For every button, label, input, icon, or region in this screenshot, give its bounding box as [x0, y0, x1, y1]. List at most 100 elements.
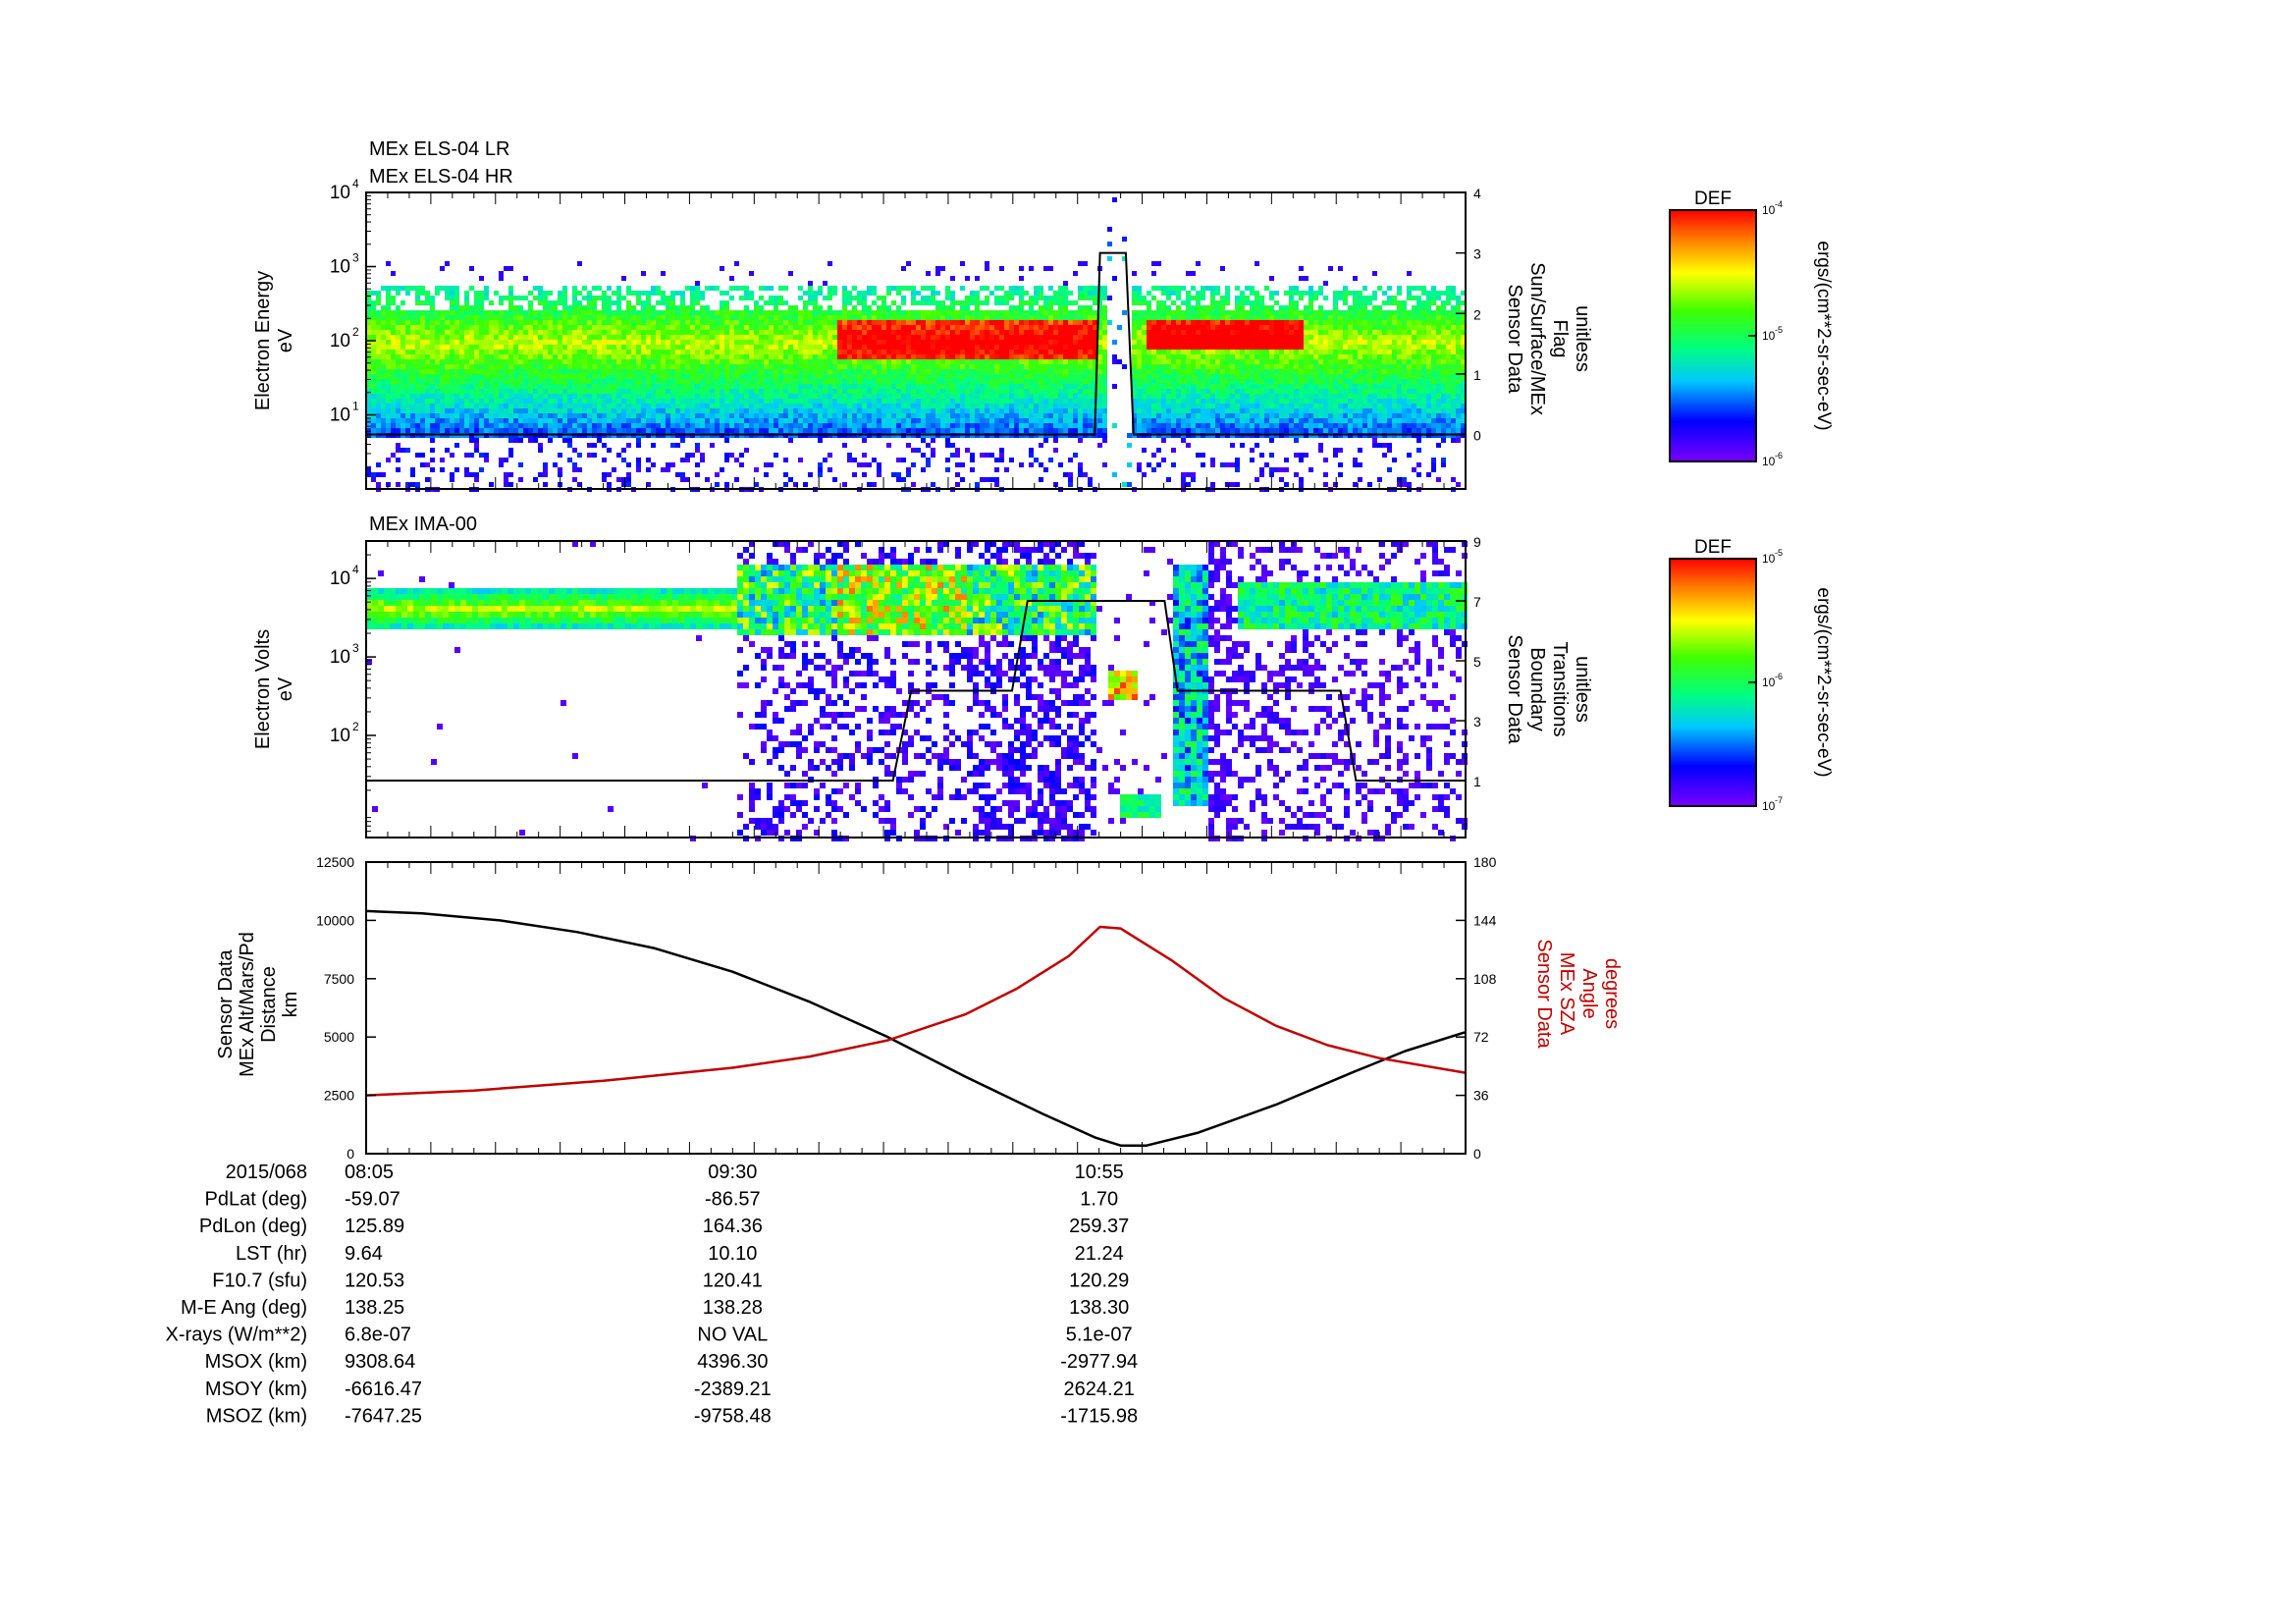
els-cell [548, 369, 553, 374]
els-cell [553, 359, 558, 364]
els-cell [724, 413, 729, 418]
els-cell [1156, 350, 1161, 354]
els-cell [641, 379, 646, 384]
els-cell [489, 418, 494, 423]
els-cell [376, 472, 381, 477]
els-cell [960, 418, 965, 423]
els-cell [636, 408, 641, 413]
els-cell [612, 330, 616, 335]
els-cell [886, 335, 891, 340]
els-cell [562, 335, 567, 340]
els-cell [602, 458, 607, 462]
els-cell [832, 384, 837, 389]
els-cell [489, 320, 494, 325]
els-cell [371, 310, 376, 315]
els-cell [1039, 310, 1043, 315]
els-cell [528, 374, 533, 379]
els-cell [724, 438, 729, 443]
els-cell [729, 389, 734, 394]
els-cell [960, 394, 965, 399]
els-cell [1161, 458, 1166, 462]
els-cell [1161, 394, 1166, 399]
els-cell [1058, 291, 1063, 296]
els-cell [562, 359, 567, 364]
els-cell [612, 364, 616, 369]
els-cell [724, 300, 729, 305]
els-cell [469, 340, 474, 345]
els-cell [489, 394, 494, 399]
els-cell [759, 369, 764, 374]
els-cell [499, 335, 504, 340]
els-cell [670, 354, 675, 359]
els-cell [450, 389, 454, 394]
els-cell [734, 286, 739, 291]
els-cell [454, 418, 459, 423]
els-cell [847, 300, 852, 305]
els-cell [926, 364, 931, 369]
els-cell [837, 359, 842, 364]
els-cell [430, 315, 435, 320]
els-cell [661, 379, 666, 384]
els-cell [656, 384, 661, 389]
els-cell [926, 354, 931, 359]
els-cell [774, 404, 778, 408]
els-cell [415, 320, 420, 325]
els-cell [823, 428, 828, 433]
els-cell [774, 330, 778, 335]
els-cell [759, 305, 764, 310]
els-cell [975, 305, 980, 310]
els-cell [705, 379, 710, 384]
els-cell [548, 291, 553, 296]
els-cell [734, 335, 739, 340]
els-cell [1097, 354, 1102, 359]
els-cell [464, 364, 469, 369]
els-cell [533, 345, 538, 350]
els-cell [577, 359, 582, 364]
els-cell [754, 384, 759, 389]
els-cell [567, 443, 572, 448]
els-cell [533, 438, 538, 443]
els-cell [474, 477, 479, 482]
els-cell [1161, 374, 1166, 379]
els-cell [489, 364, 494, 369]
els-cell [562, 394, 567, 399]
els-cell [1053, 335, 1058, 340]
els-cell [1147, 350, 1151, 354]
els-cell [1043, 325, 1048, 330]
els-cell [533, 320, 538, 325]
els-cell [705, 369, 710, 374]
els-cell [1068, 340, 1073, 345]
els-cell [926, 369, 931, 374]
els-cell [459, 369, 464, 374]
els-cell [479, 276, 484, 281]
els-cell [994, 320, 999, 325]
els-cell [641, 354, 646, 359]
els-cell [945, 443, 950, 448]
els-cell [464, 399, 469, 404]
els-cell [813, 379, 818, 384]
els-cell [675, 389, 680, 394]
els-cell [543, 359, 548, 364]
els-cell [450, 359, 454, 364]
els-cell [808, 423, 813, 428]
els-cell [842, 413, 847, 418]
els-cell [430, 404, 435, 408]
els-cell [877, 305, 881, 310]
els-cell [391, 394, 396, 399]
els-cell [670, 350, 675, 354]
els-cell [778, 418, 783, 423]
els-cell [989, 369, 994, 374]
els-cell [616, 477, 621, 482]
els-cell [852, 325, 857, 330]
els-cell [454, 389, 459, 394]
els-cell [513, 374, 518, 379]
els-cell [906, 399, 911, 404]
els-cell [695, 350, 700, 354]
els-cell [818, 291, 823, 296]
els-cell [764, 472, 769, 477]
els-cell [985, 389, 989, 394]
els-cell [862, 310, 867, 315]
els-cell [872, 404, 877, 408]
els-cell [975, 276, 980, 281]
els-cell [847, 315, 852, 320]
